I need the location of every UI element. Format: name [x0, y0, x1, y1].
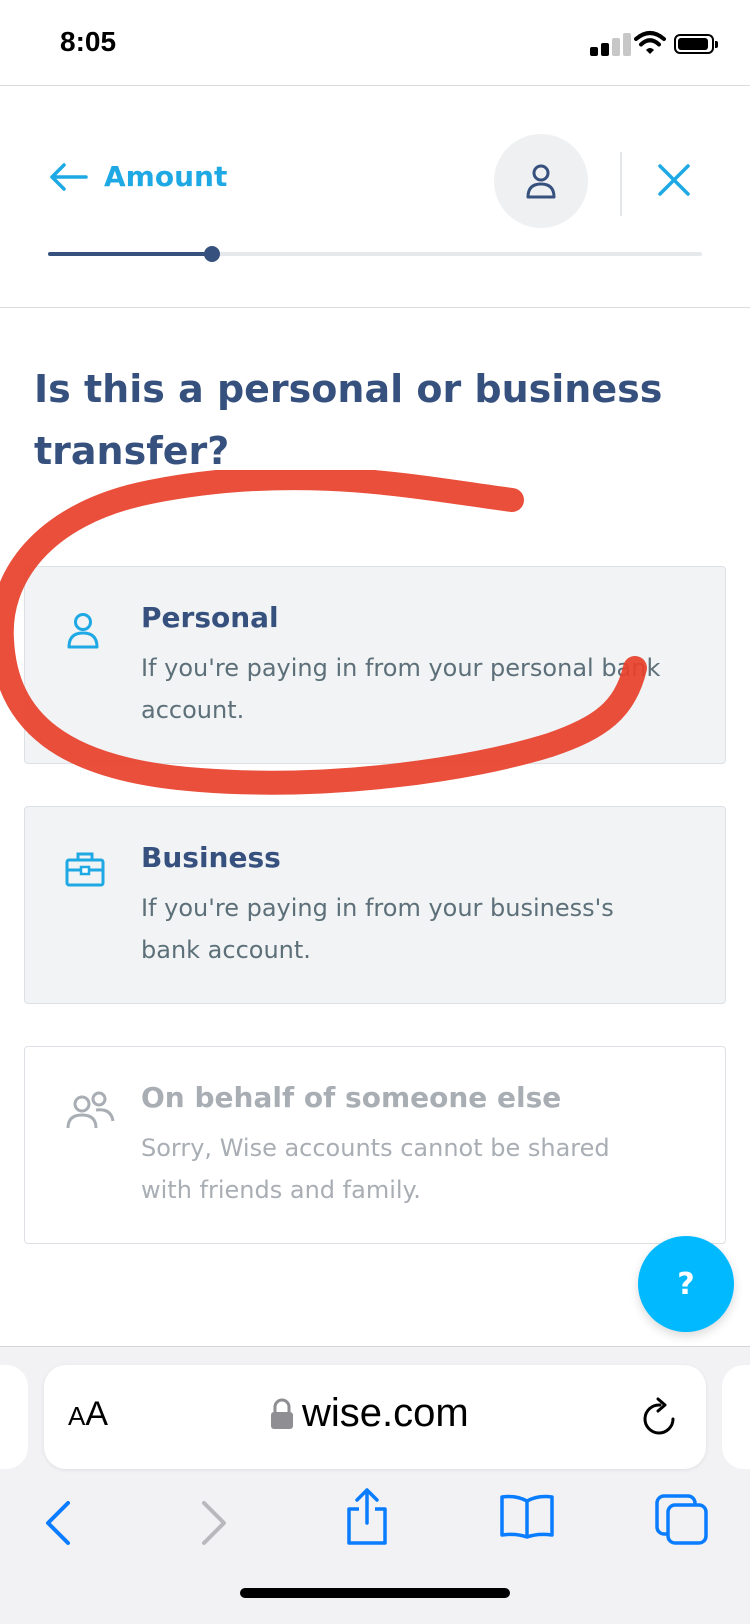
lock-icon: [271, 1398, 293, 1429]
status-bar: 8:05: [0, 0, 750, 86]
battery-icon: [674, 34, 718, 54]
home-indicator: [240, 1588, 510, 1598]
annotation-scribble: [0, 470, 647, 795]
text-size-button[interactable]: AA: [68, 1395, 108, 1434]
status-time: 8:05: [60, 26, 117, 57]
cellular-signal-icon: [590, 32, 636, 56]
tabs-icon[interactable]: [654, 1493, 710, 1545]
back-label: Amount: [104, 160, 228, 193]
close-icon[interactable]: [656, 162, 692, 198]
profile-button[interactable]: [494, 134, 588, 228]
option-title: On behalf of someone else: [141, 1081, 562, 1114]
share-icon[interactable]: [344, 1487, 390, 1547]
person-icon: [526, 164, 556, 199]
page-title: Is this a personal or business transfer?: [34, 367, 663, 473]
url-display[interactable]: wise.com: [270, 1391, 469, 1436]
option-business[interactable]: Business If you're paying in from your b…: [24, 806, 726, 1004]
back-button[interactable]: Amount: [48, 160, 227, 193]
header-divider: [620, 152, 622, 216]
reload-icon[interactable]: [640, 1395, 680, 1437]
option-description: Sorry, Wise accounts cannot be shared wi…: [141, 1134, 610, 1204]
browser-forward-icon[interactable]: [198, 1499, 232, 1547]
browser-chrome: AA wise.com: [0, 1346, 750, 1624]
option-description: If you're paying in from your business's…: [141, 894, 614, 964]
text-size-big-a: A: [85, 1395, 109, 1433]
flow-header: Amount: [0, 86, 750, 308]
arrow-left-icon: [50, 162, 88, 191]
previous-tab-edge[interactable]: [0, 1365, 28, 1469]
browser-back-icon[interactable]: [40, 1499, 74, 1547]
wifi-icon: [634, 31, 666, 54]
help-button[interactable]: ?: [638, 1236, 734, 1332]
option-title: Business: [141, 841, 281, 874]
progress-marker: [203, 246, 220, 262]
address-bar[interactable]: AA wise.com: [44, 1365, 706, 1469]
progress-fill: [48, 252, 212, 256]
briefcase-icon: [65, 852, 105, 887]
next-tab-edge[interactable]: [722, 1365, 750, 1469]
progress-bar: [48, 246, 702, 262]
people-icon: [66, 1091, 115, 1129]
url-text: wise.com: [302, 1391, 469, 1435]
option-someone-else: On behalf of someone else Sorry, Wise ac…: [24, 1046, 726, 1244]
bookmarks-icon[interactable]: [498, 1493, 556, 1539]
text-size-small-a: A: [68, 1401, 86, 1431]
